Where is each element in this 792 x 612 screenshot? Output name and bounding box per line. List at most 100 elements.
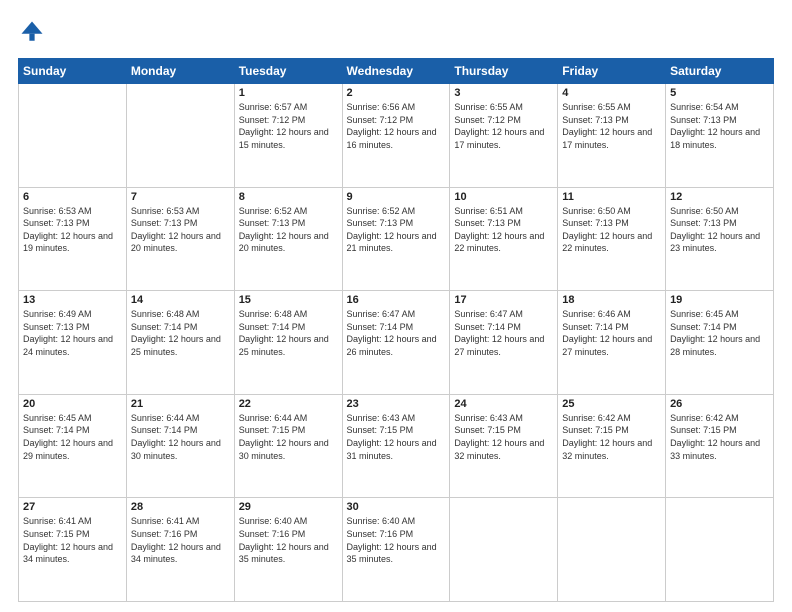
col-header-monday: Monday xyxy=(126,59,234,84)
day-info: Sunrise: 6:55 AM Sunset: 7:13 PM Dayligh… xyxy=(562,101,661,151)
calendar-cell: 10Sunrise: 6:51 AM Sunset: 7:13 PM Dayli… xyxy=(450,187,558,291)
day-info: Sunrise: 6:47 AM Sunset: 7:14 PM Dayligh… xyxy=(454,308,553,358)
day-number: 22 xyxy=(239,398,338,410)
calendar-week-4: 20Sunrise: 6:45 AM Sunset: 7:14 PM Dayli… xyxy=(19,394,774,498)
day-info: Sunrise: 6:48 AM Sunset: 7:14 PM Dayligh… xyxy=(131,308,230,358)
calendar-cell: 22 Sunrise: 6:44 AM Sunset: 7:15 PM Dayli… xyxy=(234,394,342,498)
col-header-thursday: Thursday xyxy=(450,59,558,84)
day-number: 24 xyxy=(454,398,553,410)
calendar-cell: 8Sunrise: 6:52 AM Sunset: 7:13 PM Daylig… xyxy=(234,187,342,291)
day-number: 25 xyxy=(562,398,661,410)
calendar-cell xyxy=(558,498,666,602)
day-info: Sunrise: 6:53 AM Sunset: 7:13 PM Dayligh… xyxy=(23,205,122,255)
calendar-cell: 9 Sunrise: 6:52 AM Sunset: 7:13 PM Daylig… xyxy=(342,187,450,291)
calendar-cell: 2 Sunrise: 6:56 AM Sunset: 7:12 PM Daylig… xyxy=(342,84,450,188)
calendar-cell xyxy=(19,84,127,188)
day-info: Sunrise: 6:51 AM Sunset: 7:13 PM Dayligh… xyxy=(454,205,553,255)
day-number: 28 xyxy=(131,501,230,513)
calendar-cell: 20Sunrise: 6:45 AM Sunset: 7:14 PM Dayli… xyxy=(19,394,127,498)
calendar-cell: 24 Sunrise: 6:43 AM Sunset: 7:15 PM Dayli… xyxy=(450,394,558,498)
day-number: 17 xyxy=(454,294,553,306)
calendar-week-1: 1 Sunrise: 6:57 AM Sunset: 7:12 PM Daylig… xyxy=(19,84,774,188)
day-number: 2 xyxy=(347,87,446,99)
col-header-wednesday: Wednesday xyxy=(342,59,450,84)
day-number: 18 xyxy=(562,294,661,306)
day-number: 13 xyxy=(23,294,122,306)
day-number: 21 xyxy=(131,398,230,410)
calendar-cell: 5 Sunrise: 6:54 AM Sunset: 7:13 PM Daylig… xyxy=(666,84,774,188)
calendar-cell: 30 Sunrise: 6:40 AM Sunset: 7:16 PM Dayli… xyxy=(342,498,450,602)
day-info: Sunrise: 6:49 AM Sunset: 7:13 PM Dayligh… xyxy=(23,308,122,358)
day-info: Sunrise: 6:44 AM Sunset: 7:14 PM Dayligh… xyxy=(131,412,230,462)
day-info: Sunrise: 6:40 AM Sunset: 7:16 PM Dayligh… xyxy=(239,515,338,565)
calendar-cell: 29 Sunrise: 6:40 AM Sunset: 7:16 PM Dayli… xyxy=(234,498,342,602)
col-header-sunday: Sunday xyxy=(19,59,127,84)
day-info: Sunrise: 6:40 AM Sunset: 7:16 PM Dayligh… xyxy=(347,515,446,565)
day-info: Sunrise: 6:45 AM Sunset: 7:14 PM Dayligh… xyxy=(23,412,122,462)
calendar-cell: 1 Sunrise: 6:57 AM Sunset: 7:12 PM Daylig… xyxy=(234,84,342,188)
calendar-week-3: 13 Sunrise: 6:49 AM Sunset: 7:13 PM Dayli… xyxy=(19,291,774,395)
day-info: Sunrise: 6:43 AM Sunset: 7:15 PM Dayligh… xyxy=(454,412,553,462)
calendar-cell: 3 Sunrise: 6:55 AM Sunset: 7:12 PM Daylig… xyxy=(450,84,558,188)
day-number: 4 xyxy=(562,87,661,99)
calendar-cell: 27Sunrise: 6:41 AM Sunset: 7:15 PM Dayli… xyxy=(19,498,127,602)
day-number: 27 xyxy=(23,501,122,513)
day-info: Sunrise: 6:50 AM Sunset: 7:13 PM Dayligh… xyxy=(670,205,769,255)
calendar-cell xyxy=(450,498,558,602)
day-number: 1 xyxy=(239,87,338,99)
calendar-cell: 4 Sunrise: 6:55 AM Sunset: 7:13 PM Daylig… xyxy=(558,84,666,188)
day-info: Sunrise: 6:55 AM Sunset: 7:12 PM Dayligh… xyxy=(454,101,553,151)
calendar-cell: 21 Sunrise: 6:44 AM Sunset: 7:14 PM Dayli… xyxy=(126,394,234,498)
day-info: Sunrise: 6:47 AM Sunset: 7:14 PM Dayligh… xyxy=(347,308,446,358)
calendar-cell: 14 Sunrise: 6:48 AM Sunset: 7:14 PM Dayli… xyxy=(126,291,234,395)
day-number: 3 xyxy=(454,87,553,99)
day-number: 6 xyxy=(23,191,122,203)
day-number: 8 xyxy=(239,191,338,203)
col-header-friday: Friday xyxy=(558,59,666,84)
logo-icon xyxy=(18,18,46,46)
day-info: Sunrise: 6:54 AM Sunset: 7:13 PM Dayligh… xyxy=(670,101,769,151)
calendar-header-row: SundayMondayTuesdayWednesdayThursdayFrid… xyxy=(19,59,774,84)
day-number: 7 xyxy=(131,191,230,203)
day-number: 11 xyxy=(562,191,661,203)
calendar-cell xyxy=(666,498,774,602)
day-info: Sunrise: 6:52 AM Sunset: 7:13 PM Dayligh… xyxy=(347,205,446,255)
day-number: 26 xyxy=(670,398,769,410)
calendar-cell: 18 Sunrise: 6:46 AM Sunset: 7:14 PM Dayli… xyxy=(558,291,666,395)
calendar-cell: 16Sunrise: 6:47 AM Sunset: 7:14 PM Dayli… xyxy=(342,291,450,395)
col-header-saturday: Saturday xyxy=(666,59,774,84)
header xyxy=(18,18,774,46)
day-number: 12 xyxy=(670,191,769,203)
calendar-cell: 23Sunrise: 6:43 AM Sunset: 7:15 PM Dayli… xyxy=(342,394,450,498)
calendar-cell xyxy=(126,84,234,188)
day-info: Sunrise: 6:46 AM Sunset: 7:14 PM Dayligh… xyxy=(562,308,661,358)
calendar-cell: 25 Sunrise: 6:42 AM Sunset: 7:15 PM Dayli… xyxy=(558,394,666,498)
calendar-cell: 17 Sunrise: 6:47 AM Sunset: 7:14 PM Dayli… xyxy=(450,291,558,395)
calendar-cell: 26 Sunrise: 6:42 AM Sunset: 7:15 PM Dayli… xyxy=(666,394,774,498)
col-header-tuesday: Tuesday xyxy=(234,59,342,84)
calendar-cell: 13 Sunrise: 6:49 AM Sunset: 7:13 PM Dayli… xyxy=(19,291,127,395)
calendar-cell: 11 Sunrise: 6:50 AM Sunset: 7:13 PM Dayli… xyxy=(558,187,666,291)
day-info: Sunrise: 6:42 AM Sunset: 7:15 PM Dayligh… xyxy=(562,412,661,462)
day-info: Sunrise: 6:56 AM Sunset: 7:12 PM Dayligh… xyxy=(347,101,446,151)
day-info: Sunrise: 6:41 AM Sunset: 7:16 PM Dayligh… xyxy=(131,515,230,565)
day-number: 30 xyxy=(347,501,446,513)
page: SundayMondayTuesdayWednesdayThursdayFrid… xyxy=(0,0,792,612)
day-number: 5 xyxy=(670,87,769,99)
day-number: 14 xyxy=(131,294,230,306)
calendar-cell: 28 Sunrise: 6:41 AM Sunset: 7:16 PM Dayli… xyxy=(126,498,234,602)
day-number: 19 xyxy=(670,294,769,306)
day-number: 29 xyxy=(239,501,338,513)
day-info: Sunrise: 6:53 AM Sunset: 7:13 PM Dayligh… xyxy=(131,205,230,255)
day-info: Sunrise: 6:48 AM Sunset: 7:14 PM Dayligh… xyxy=(239,308,338,358)
day-info: Sunrise: 6:42 AM Sunset: 7:15 PM Dayligh… xyxy=(670,412,769,462)
calendar-cell: 6 Sunrise: 6:53 AM Sunset: 7:13 PM Daylig… xyxy=(19,187,127,291)
logo xyxy=(18,18,50,46)
day-info: Sunrise: 6:44 AM Sunset: 7:15 PM Dayligh… xyxy=(239,412,338,462)
calendar-week-5: 27Sunrise: 6:41 AM Sunset: 7:15 PM Dayli… xyxy=(19,498,774,602)
day-info: Sunrise: 6:45 AM Sunset: 7:14 PM Dayligh… xyxy=(670,308,769,358)
day-info: Sunrise: 6:57 AM Sunset: 7:12 PM Dayligh… xyxy=(239,101,338,151)
calendar-cell: 12 Sunrise: 6:50 AM Sunset: 7:13 PM Dayli… xyxy=(666,187,774,291)
day-number: 9 xyxy=(347,191,446,203)
day-info: Sunrise: 6:50 AM Sunset: 7:13 PM Dayligh… xyxy=(562,205,661,255)
